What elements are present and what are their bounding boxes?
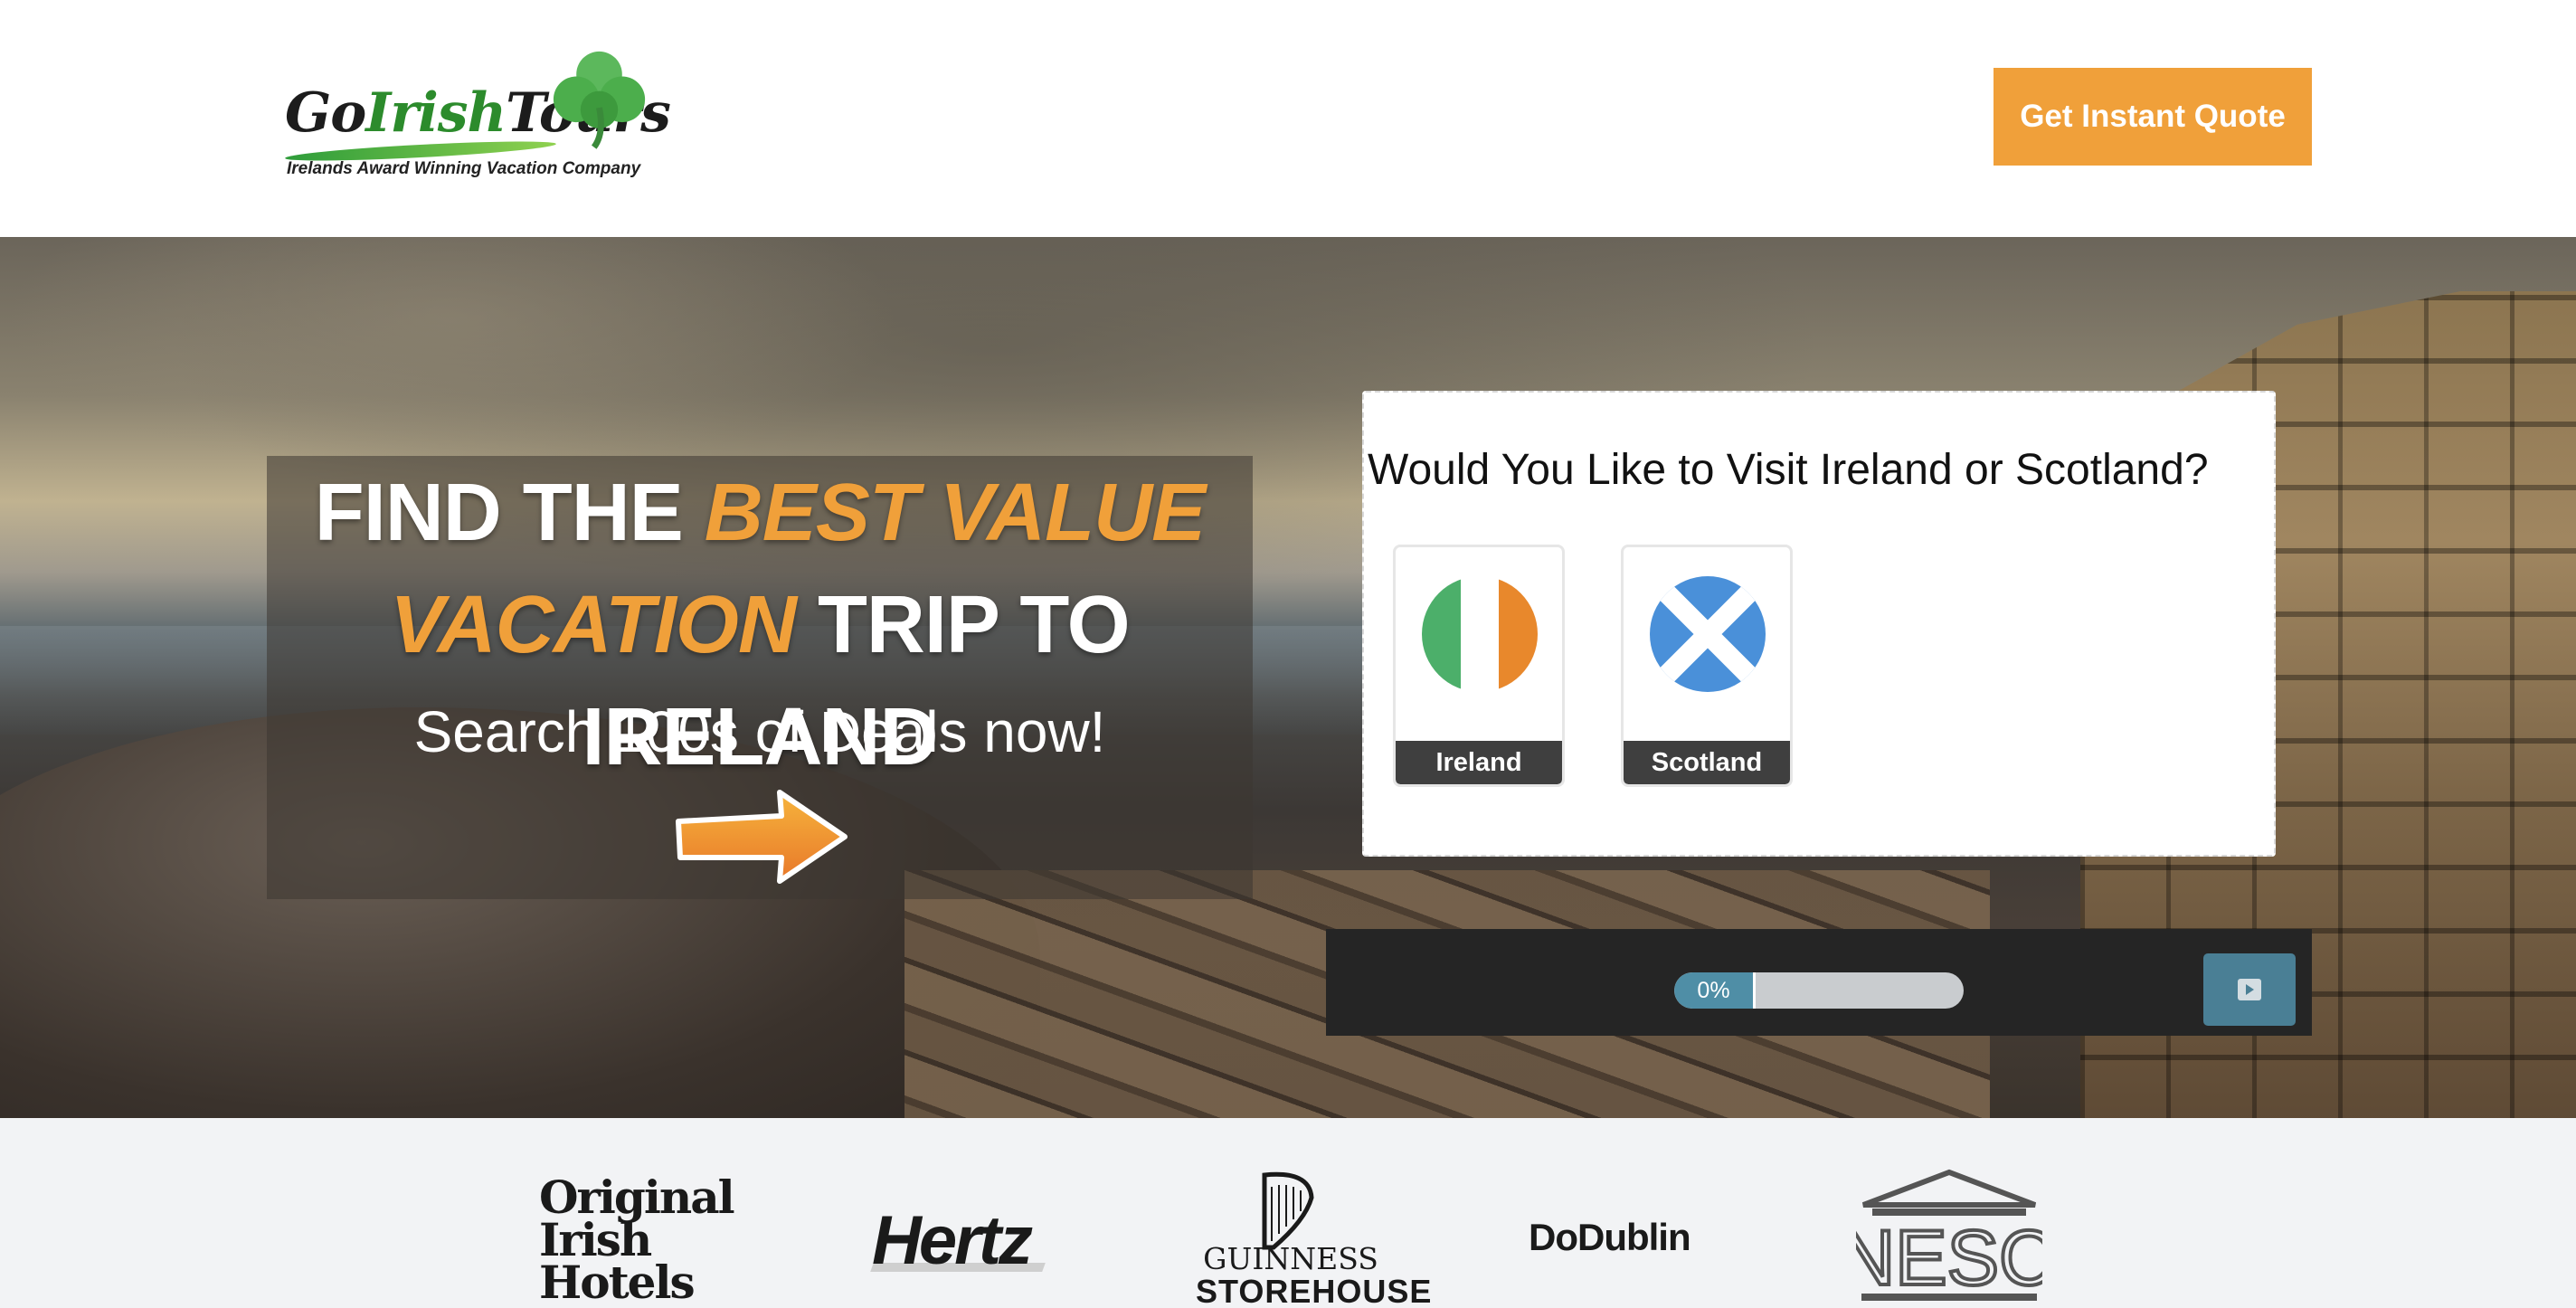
logo-tagline: Irelands Award Winning Vacation Company xyxy=(287,159,641,178)
progress-fill: 0% xyxy=(1674,972,1756,1009)
go-irish-tours-logo[interactable]: GoIrishTours Irelands Award Winning Vaca… xyxy=(284,45,671,190)
option-label-scotland: Scotland xyxy=(1624,741,1790,784)
dodublin-logo: DoDublin xyxy=(1529,1216,1691,1258)
headline-part-1: FIND THE xyxy=(314,468,684,558)
next-button[interactable] xyxy=(2203,953,2296,1026)
option-scotland[interactable]: Scotland xyxy=(1621,545,1793,787)
oih-line-3: Hotels xyxy=(539,1256,696,1308)
logo-word-go: Go xyxy=(285,81,366,145)
headline-accent-1: BEST VALUE xyxy=(704,468,1206,558)
destination-quiz-card: Would You Like to Visit Ireland or Scotl… xyxy=(1362,391,2276,857)
scotland-flag-icon xyxy=(1650,576,1766,692)
unesco-wordmark: UNESCO xyxy=(1856,1215,2042,1302)
site-header: GoIrishTours Irelands Award Winning Vaca… xyxy=(0,0,2576,237)
oih-line-1: Original xyxy=(539,1171,735,1224)
hertz-logo: Hertz xyxy=(872,1202,1033,1279)
headline-accent-2: VACATION xyxy=(390,580,797,670)
oih-line-2: Irish xyxy=(539,1213,652,1266)
quiz-question: Would You Like to Visit Ireland or Scotl… xyxy=(1368,446,2209,494)
progress-track: 0% xyxy=(1674,972,1964,1009)
next-arrow-icon xyxy=(2238,979,2261,1000)
guinness-storehouse-logo: GUINNESS STOREHOUSE xyxy=(1196,1241,1433,1308)
hero-subheadline: Search 100s of Deals now! xyxy=(413,699,1106,764)
get-instant-quote-button[interactable]: Get Instant Quote xyxy=(1994,68,2312,166)
shamrock-icon xyxy=(553,51,646,149)
quiz-progress-bar-strip: 0% xyxy=(1326,929,2312,1036)
option-ireland[interactable]: Ireland xyxy=(1393,545,1565,787)
harp-icon xyxy=(1262,1171,1314,1250)
option-label-ireland: Ireland xyxy=(1396,741,1562,784)
storehouse-wordmark: STOREHOUSE xyxy=(1196,1273,1433,1308)
guinness-wordmark: GUINNESS xyxy=(1203,1241,1378,1276)
logo-word-irish: Irish xyxy=(365,81,507,145)
arrow-right-icon xyxy=(676,790,848,884)
ireland-flag-icon xyxy=(1422,576,1538,692)
partner-logos-strip: Original Irish Hotels Hertz GUINNESS STO… xyxy=(0,1118,2576,1308)
unesco-logo: UNESCO xyxy=(1856,1169,2042,1303)
original-irish-hotels-logo: Original Irish Hotels xyxy=(539,1171,735,1308)
